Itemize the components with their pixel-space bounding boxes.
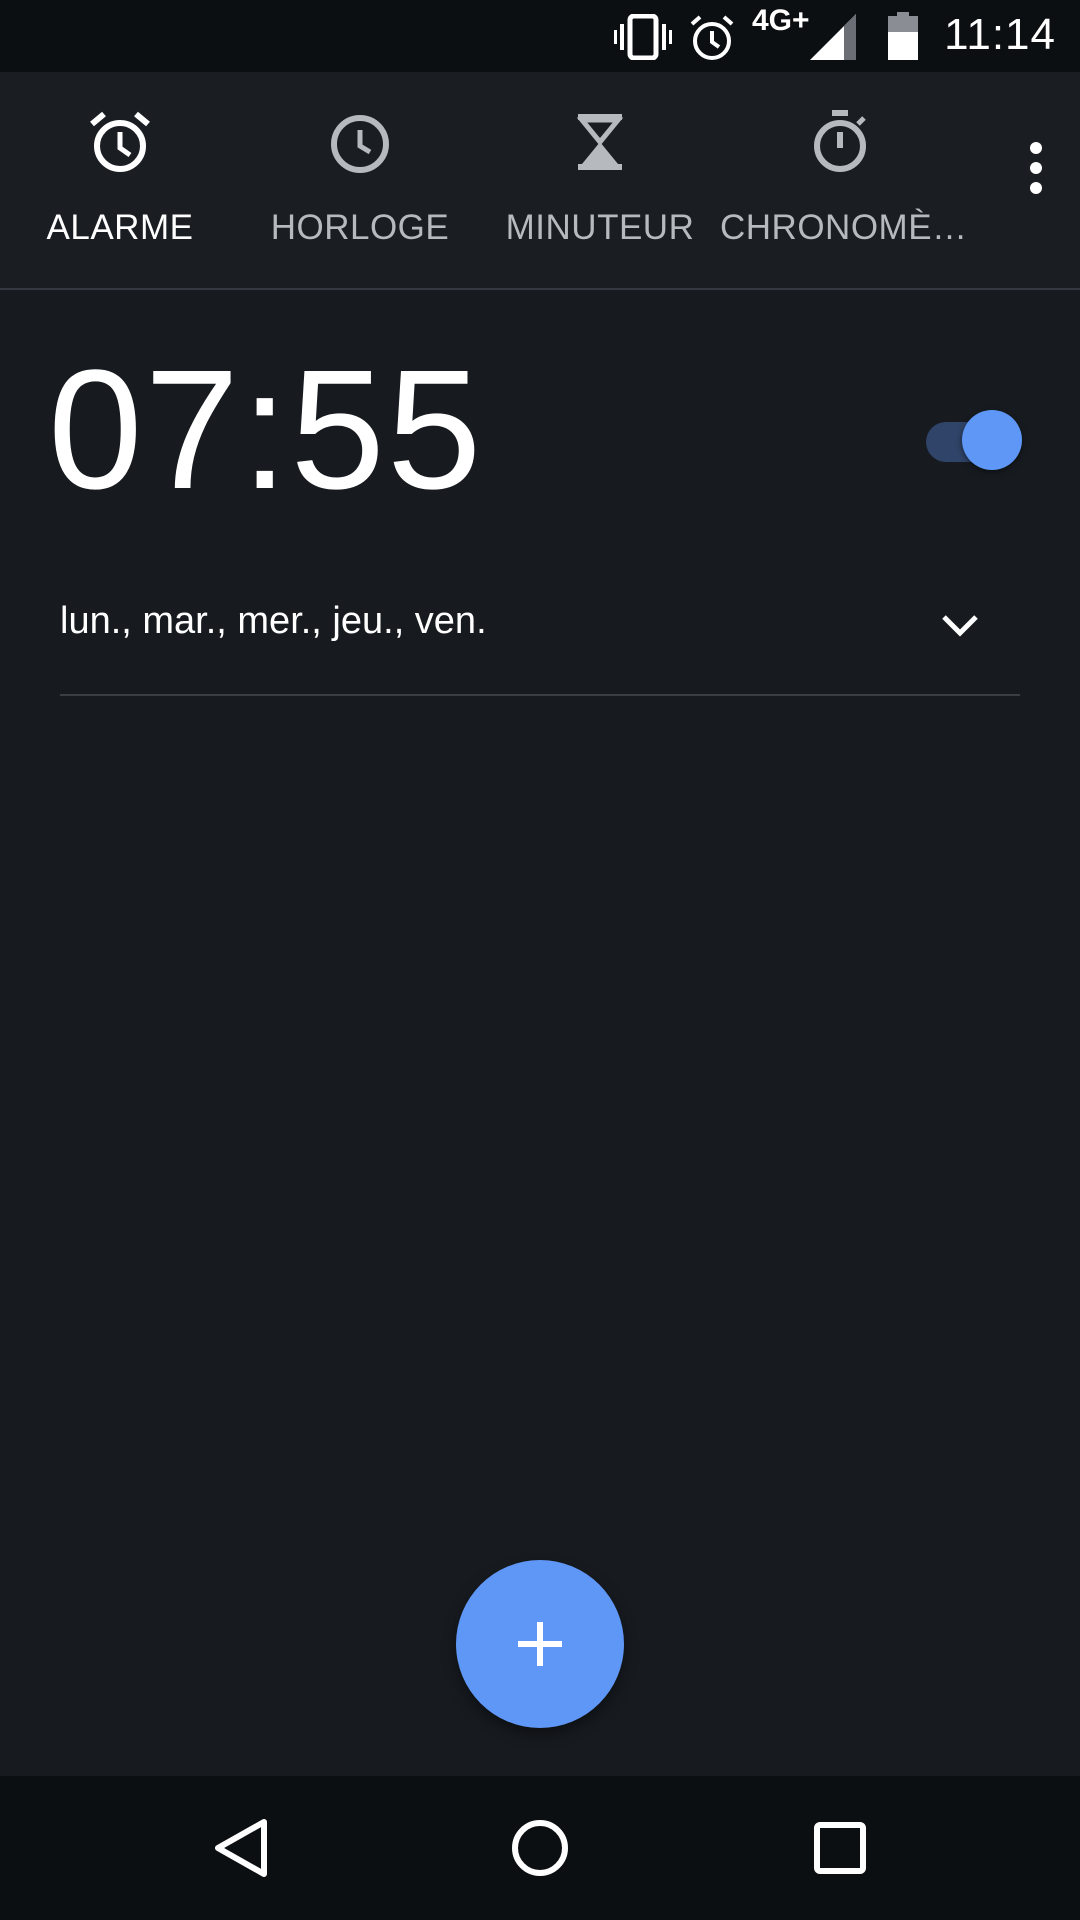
nav-home-button[interactable] (492, 1800, 588, 1896)
alarm-status-icon (690, 15, 734, 60)
hourglass-icon (576, 114, 624, 170)
clock-icon (331, 115, 389, 173)
navigation-bar (0, 1776, 1080, 1920)
chevron-down-icon (942, 615, 978, 637)
tab-bar: ALARME HORLOGE MINUTEUR CHRONOMÈ… (0, 72, 1080, 290)
network-type: 4G+ (752, 4, 810, 37)
expand-alarm-button[interactable] (938, 607, 982, 643)
nav-recents-button[interactable] (792, 1800, 888, 1896)
home-icon (512, 1820, 568, 1876)
alarm-repeat-days: lun., mar., mer., jeu., ven. (60, 600, 487, 642)
battery-icon (888, 12, 918, 60)
alarm-toggle[interactable] (926, 410, 1022, 474)
status-bar: 4G+ 11:14 (0, 0, 1080, 72)
alarm-divider (60, 694, 1020, 696)
recents-icon (814, 1822, 866, 1874)
stopwatch-icon (814, 110, 866, 172)
more-options-button[interactable] (1016, 130, 1056, 230)
tab-label: ALARME (46, 208, 194, 247)
alarm-clock-icon (90, 111, 150, 172)
toggle-thumb (962, 410, 1022, 470)
alarm-time[interactable]: 07:55 (48, 345, 483, 515)
status-time: 11:14 (944, 10, 1056, 59)
tab-horloge[interactable]: HORLOGE (240, 72, 480, 288)
tab-label: HORLOGE (270, 208, 450, 247)
add-alarm-button[interactable] (456, 1560, 624, 1728)
tab-minuteur[interactable]: MINUTEUR (480, 72, 720, 288)
tab-chronometre[interactable]: CHRONOMÈ… (720, 72, 968, 288)
tab-label: CHRONOMÈ… (720, 208, 968, 247)
back-icon (215, 1819, 267, 1877)
plus-icon (518, 1622, 562, 1666)
vibrate-icon (614, 14, 672, 60)
tab-label: MINUTEUR (505, 208, 695, 247)
nav-back-button[interactable] (192, 1800, 288, 1896)
signal-icon (810, 14, 856, 60)
tab-alarme[interactable]: ALARME (0, 72, 240, 288)
more-vert-icon (1030, 142, 1042, 194)
clock-app-screen: 4G+ 11:14 ALARME HORLOGE MINUTEUR CHRONO… (0, 0, 1080, 1920)
